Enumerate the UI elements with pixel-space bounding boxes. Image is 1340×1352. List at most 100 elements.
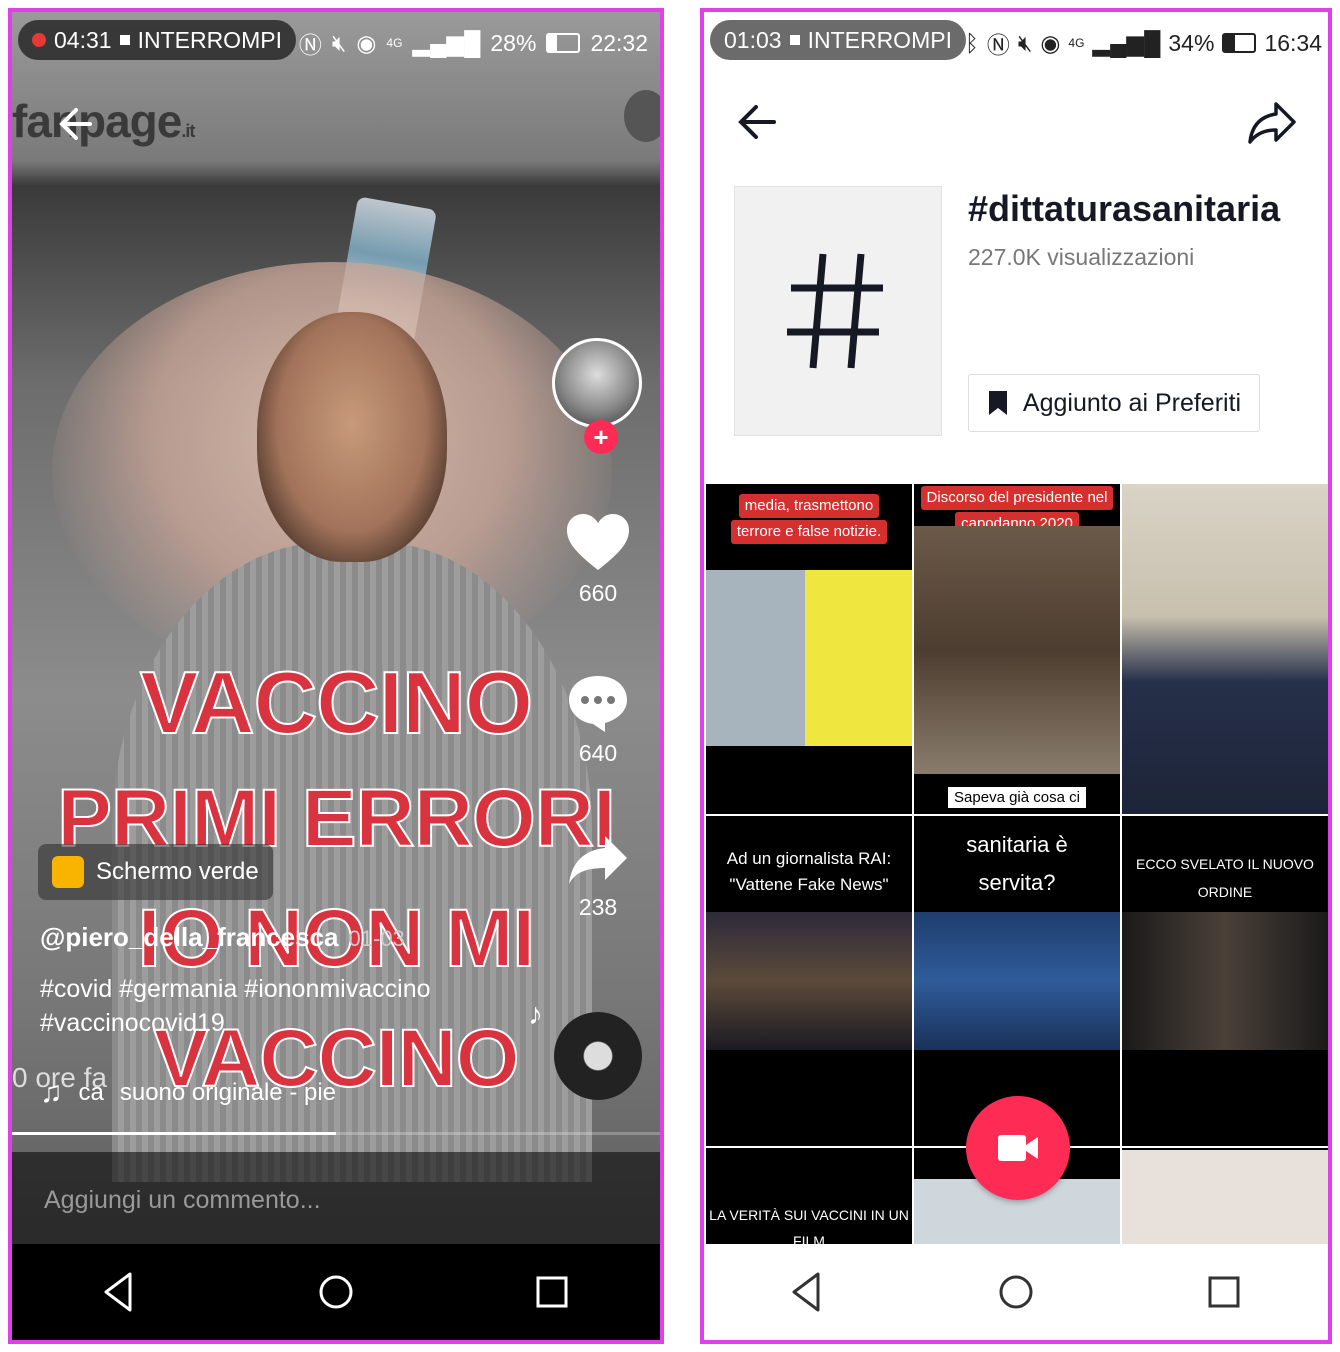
status-bar: 04:31 INTERROMPI Ⓝ 🔇︎ ◉ 4G ▂▄▆█ 28% 22:3… [12, 12, 660, 68]
video-caption-line: Ad un giornalista RAI: [726, 849, 892, 868]
record-dot-icon [32, 33, 46, 47]
screen-record-pill[interactable]: 04:31 INTERROMPI [18, 20, 296, 60]
person-head-image [257, 312, 447, 562]
video-image [706, 570, 912, 746]
comment-count: 640 [578, 740, 618, 766]
back-arrow-icon[interactable] [730, 94, 786, 150]
back-arrow-icon[interactable] [50, 96, 106, 152]
video-caption-line: media, trasmettono [738, 494, 880, 518]
follow-plus-button[interactable]: + [584, 420, 618, 454]
effect-label: Schermo verde [96, 858, 259, 885]
share-arrow-icon [569, 836, 627, 884]
hashtag-title: #dittaturasanitaria [968, 188, 1281, 229]
video-thumbnail[interactable]: ECCO SVELATO IL NUOVO ORDINE MONDIALE [1122, 816, 1328, 1146]
hashtag-views: 227.0K visualizzazioni [968, 244, 1195, 270]
battery-percent: 34% [1168, 29, 1215, 56]
video-caption-bottom: Sapeva già cosa ci [914, 784, 1120, 811]
stop-record-label: INTERROMPI [807, 26, 952, 53]
video-caption-line: "Vattene Fake News" [729, 875, 889, 894]
eye-icon: ◉ [356, 29, 377, 56]
video-caption: Ad un giornalista RAI: "Vattene Fake New… [706, 846, 912, 898]
left-phone-screen: 04:31 INTERROMPI Ⓝ 🔇︎ ◉ 4G ▂▄▆█ 28% 22:3… [8, 8, 664, 1344]
record-time: 01:03 [724, 26, 782, 53]
share-icon[interactable] [1244, 94, 1300, 150]
comment-icon [569, 676, 627, 732]
nav-home-icon[interactable] [308, 1264, 364, 1320]
stop-icon [789, 35, 800, 45]
hashtag-icon [787, 253, 883, 369]
like-button[interactable]: 660 [552, 512, 644, 607]
video-thumbnail[interactable]: Ad un giornalista RAI: "Vattene Fake New… [706, 816, 912, 1146]
status-icons: Ⓝ 🔇︎ ◉ 4G ▂▄▆█ 28% 22:32 [299, 26, 648, 60]
video-progress-fill [12, 1132, 336, 1135]
video-image [706, 912, 912, 1050]
green-screen-effect-icon [52, 856, 84, 888]
nfc-icon: Ⓝ [986, 32, 1010, 58]
signal-icon: ▂▄▆█ [412, 29, 481, 56]
video-caption-line: servita? [978, 870, 1056, 895]
comment-button[interactable]: 640 [552, 672, 644, 767]
video-image [1122, 912, 1328, 1050]
hashtag-cover [734, 186, 942, 436]
video-caption-line: terrore e false notizie. [730, 520, 888, 544]
creator-avatar[interactable] [552, 338, 642, 428]
right-phone-screen: 01:03 INTERROMPI ᛒ Ⓝ 🔇︎ ◉ 4G ▂▄▆█ 34% 16… [700, 8, 1332, 1344]
record-time: 04:31 [54, 26, 112, 53]
video-progress-bar[interactable] [12, 1132, 660, 1135]
share-button[interactable]: 238 [552, 832, 644, 921]
comment-input[interactable]: Aggiungi un commento... [12, 1152, 660, 1248]
author-line[interactable]: @piero_della_francesca 01-03 [40, 922, 405, 953]
video-caption-line: sanitaria è [966, 832, 1068, 857]
record-video-button[interactable] [966, 1096, 1070, 1200]
video-thumbnail[interactable] [1122, 484, 1328, 814]
nav-home-icon[interactable] [988, 1264, 1044, 1320]
post-date: 01-03 [348, 926, 405, 951]
flash-icon [624, 90, 660, 142]
author-handle: @piero_della_francesca [40, 922, 339, 952]
clock: 16:34 [1264, 29, 1322, 56]
floating-note-icon: ♪ [528, 998, 543, 1031]
signal-icon: ▂▄▆█ [1092, 29, 1161, 56]
favorite-button-label: Aggiunto ai Preferiti [1022, 388, 1242, 417]
video-caption-line: ECCO SVELATO IL NUOVO ORDINE [1136, 856, 1314, 900]
video-caption-line: Sapeva già cosa ci [948, 787, 1086, 808]
mute-icon: 🔇︎ [1017, 29, 1033, 56]
network-type: 4G [386, 36, 403, 50]
video-thumbnail[interactable]: media, trasmettono terrore e false notiz… [706, 484, 912, 814]
like-count: 660 [578, 580, 618, 606]
mute-icon: 🔇︎ [331, 29, 347, 56]
sound-disc[interactable] [554, 1012, 642, 1100]
share-count: 238 [578, 894, 618, 920]
video-caption: sanitaria è servita? [914, 826, 1120, 902]
nav-recents-icon[interactable] [524, 1264, 580, 1320]
battery-percent: 28% [490, 29, 537, 56]
status-icons: ᛒ Ⓝ 🔇︎ ◉ 4G ▂▄▆█ 34% 16:34 [965, 26, 1322, 60]
effect-badge[interactable]: Schermo verde [38, 844, 273, 900]
add-to-favorites-button[interactable]: Aggiunto ai Preferiti [968, 374, 1260, 432]
nav-back-icon[interactable] [780, 1264, 836, 1320]
eye-icon: ◉ [1040, 29, 1061, 56]
video-thumbnail[interactable]: LA VERITÀ SUI VACCINI IN UN FILM [706, 1148, 912, 1258]
music-note-icon: ♫ [40, 1076, 63, 1109]
clock: 22:32 [590, 29, 648, 56]
video-caption: media, trasmettono terrore e false notiz… [706, 492, 912, 544]
video-image [914, 526, 1120, 774]
bluetooth-icon: ᛒ [965, 29, 979, 56]
nav-recents-icon[interactable] [1196, 1264, 1252, 1320]
android-nav-bar [704, 1244, 1328, 1340]
watermark-logo-suffix: .it [181, 121, 195, 141]
screen-record-pill[interactable]: 01:03 INTERROMPI [710, 20, 966, 60]
video-image [914, 912, 1120, 1050]
video-camera-icon [998, 1135, 1038, 1161]
sound-line[interactable]: ♫ ca suono originale - pie [40, 1076, 336, 1110]
video-thumbnail[interactable]: Discorso del presidente nel capodanno 20… [914, 484, 1120, 814]
video-thumbnail[interactable] [1122, 1148, 1328, 1258]
hashtags[interactable]: #covid #germania #iononmivaccino #vaccin… [40, 972, 520, 1040]
battery-icon [1222, 33, 1257, 53]
stop-record-label: INTERROMPI [137, 26, 282, 53]
nav-back-icon[interactable] [92, 1264, 148, 1320]
status-bar: 01:03 INTERROMPI ᛒ Ⓝ 🔇︎ ◉ 4G ▂▄▆█ 34% 16… [704, 12, 1328, 68]
battery-icon [546, 33, 581, 53]
heart-icon [567, 514, 629, 570]
network-type: 4G [1068, 36, 1085, 50]
